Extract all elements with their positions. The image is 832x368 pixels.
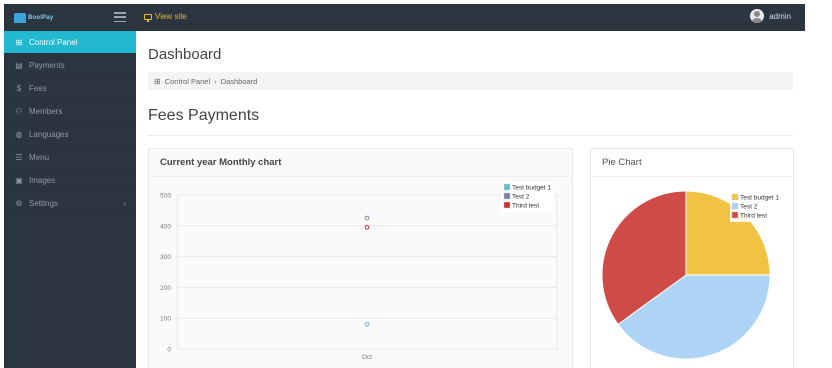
view-site-link[interactable]: View site — [144, 12, 187, 22]
pie-chart: Test budget 1 Test 2 Third test — [601, 190, 782, 360]
dollar-icon: $ — [16, 83, 22, 93]
monthly-chart-card: Current year Monthly chart 0 100 200 300 400… — [148, 148, 573, 368]
monthly-chart-title: Current year Monthly chart — [149, 149, 572, 177]
sidebar-item-label: Members — [29, 106, 63, 116]
pie-chart-title: Pie Chart — [591, 149, 793, 177]
legend-label: Test budget 1 — [740, 195, 779, 202]
legend-swatch — [731, 202, 739, 210]
breadcrumb-separator: › — [214, 76, 217, 86]
sidebar-item-label: Images — [29, 175, 56, 185]
sidebar-item-label: Menu — [29, 152, 50, 162]
grid-icon: ⊞ — [154, 76, 161, 86]
image-icon: ▣ — [15, 175, 23, 185]
user-menu[interactable]: admin — [750, 9, 791, 23]
breadcrumb-current: Dashboard — [220, 76, 258, 86]
divider — [148, 135, 793, 136]
sidebar-item-images[interactable]: ▣ Images — [4, 169, 136, 192]
sidebar-item-label: Settings — [29, 198, 58, 208]
legend-swatch — [503, 183, 511, 191]
globe-icon: ◍ — [15, 129, 23, 139]
y-tick-label: 100 — [160, 316, 171, 323]
legend-swatch — [731, 211, 739, 219]
sidebar-item-menu[interactable]: ☰ Menu — [4, 146, 136, 169]
gear-icon: ⚙ — [15, 198, 23, 208]
menu-icon: ☰ — [15, 152, 23, 162]
grid-icon: ⊞ — [15, 37, 23, 47]
x-tick-label: Oct — [362, 354, 372, 361]
sidebar-item-label: Control Panel — [29, 37, 78, 47]
breadcrumb-root-link[interactable]: Control Panel — [165, 77, 210, 86]
sidebar-item-settings[interactable]: ⚙ Settings ‹ — [4, 192, 136, 215]
avatar — [750, 9, 765, 23]
top-navbar: BoolPay View site admin — [4, 4, 805, 31]
sidebar-item-languages[interactable]: ◍ Languages — [4, 123, 136, 146]
y-tick-label: 200 — [160, 285, 171, 292]
legend-label: Test 2 — [512, 194, 530, 201]
logo[interactable]: BoolPay — [14, 11, 64, 24]
breadcrumb: ⊞ Control Panel › Dashboard — [148, 72, 793, 90]
sidebar-item-members[interactable]: ⚇ Members — [4, 100, 136, 123]
logo-mark — [14, 12, 26, 23]
sidebar-item-fees[interactable]: $ Fees — [4, 77, 136, 100]
user-name: admin — [769, 11, 791, 21]
y-tick-label: 0 — [167, 347, 171, 354]
chevron-left-icon: ‹ — [123, 199, 126, 208]
document-icon: ▤ — [15, 60, 23, 70]
legend-label: Third test — [512, 203, 539, 210]
y-tick-label: 300 — [160, 254, 171, 261]
sidebar-item-label: Payments — [29, 60, 65, 70]
pie-chart-card: Pie Chart Test budget 1 Test 2 Third test — [590, 148, 794, 368]
data-point[interactable] — [364, 322, 370, 327]
view-site-label: View site — [155, 12, 187, 21]
logo-text: BoolPay — [28, 14, 54, 21]
legend-swatch — [503, 192, 511, 200]
monitor-icon — [144, 13, 152, 22]
data-point[interactable] — [364, 215, 370, 221]
y-tick-label: 500 — [160, 193, 171, 200]
monthly-chart: 0 100 200 300 400 500 Oct Test budget 1 Test 2 Th… — [160, 182, 558, 361]
users-icon: ⚇ — [15, 106, 23, 116]
sidebar-item-label: Languages — [29, 129, 69, 139]
sidebar-toggle-icon[interactable] — [114, 12, 126, 22]
main-content: Dashboard ⊞ Control Panel › Dashboard Fe… — [136, 31, 805, 368]
legend-label: Third test — [740, 213, 767, 220]
sidebar: ⊞ Control Panel ▤ Payments $ Fees ⚇ Memb… — [4, 31, 142, 368]
app-window: BoolPay View site admin ⊞ Control Panel … — [4, 4, 805, 368]
legend-label: Test budget 1 — [512, 185, 551, 192]
legend-label: Test 2 — [740, 204, 758, 211]
section-title: Fees Payments — [148, 107, 260, 124]
sidebar-item-control-panel[interactable]: ⊞ Control Panel — [4, 31, 142, 54]
legend-swatch — [731, 193, 739, 201]
sidebar-item-payments[interactable]: ▤ Payments — [4, 54, 136, 77]
page-title: Dashboard — [148, 46, 222, 63]
legend-swatch — [503, 201, 511, 209]
y-tick-label: 400 — [160, 223, 171, 230]
sidebar-item-label: Fees — [29, 83, 47, 93]
data-point[interactable] — [364, 225, 370, 230]
